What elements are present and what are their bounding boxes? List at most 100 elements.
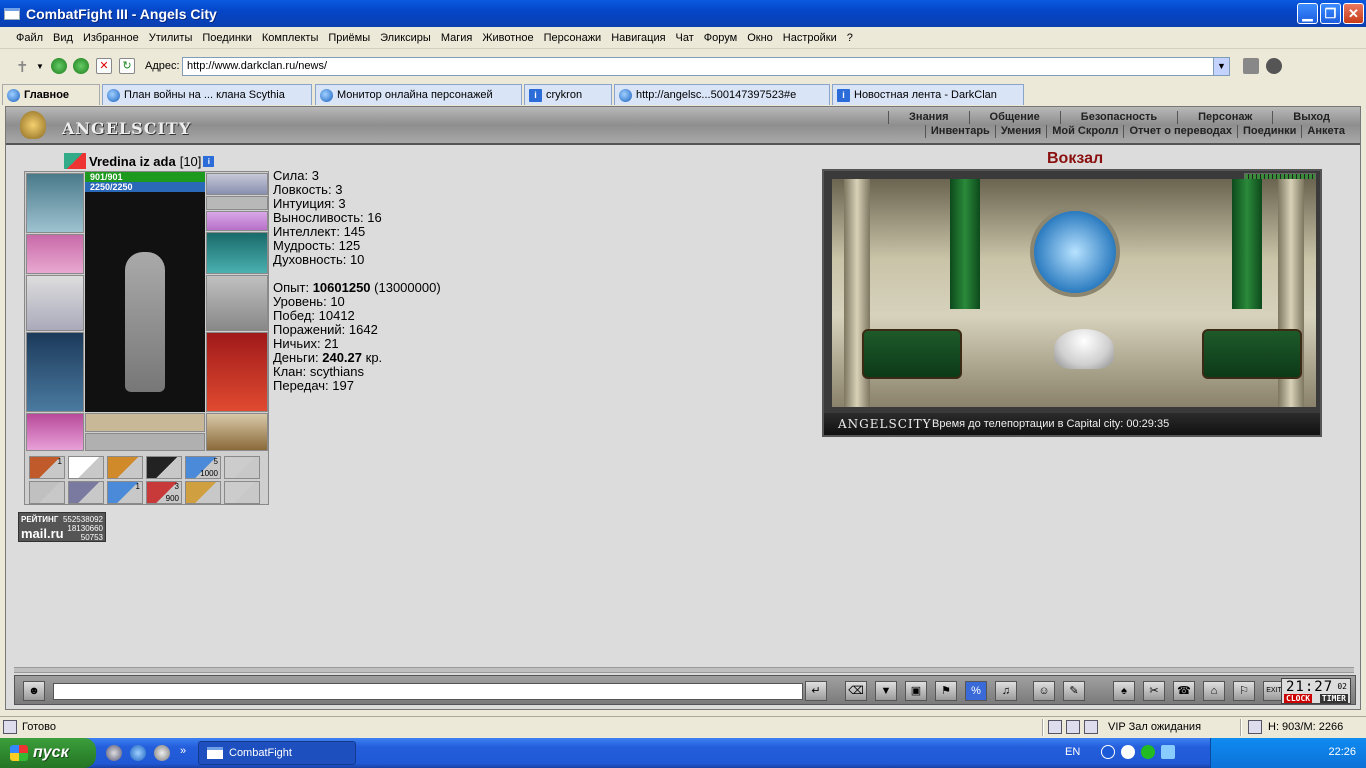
rings-slot[interactable] (206, 211, 268, 231)
gloves-slot[interactable] (206, 232, 268, 274)
minimize-button[interactable]: ▁ (1297, 3, 1318, 24)
tab-main[interactable]: Главное (2, 84, 100, 105)
media-player-icon[interactable] (106, 745, 122, 761)
necklace-slot[interactable] (26, 234, 84, 274)
quick-slot[interactable] (29, 481, 65, 504)
layout-icon[interactable] (1066, 720, 1080, 734)
quick-slot[interactable] (68, 481, 104, 504)
main-nav-item[interactable]: Персонаж (1177, 111, 1272, 124)
refresh-icon[interactable]: ↻ (119, 58, 135, 74)
friends-icon[interactable]: ☎ (1173, 681, 1195, 701)
forward-icon[interactable] (73, 58, 89, 74)
station-scene[interactable] (832, 179, 1316, 407)
sub-nav-item[interactable]: Анкета (1301, 125, 1350, 138)
quick-slot[interactable]: 1 (29, 456, 65, 479)
pocket-slot[interactable] (85, 433, 205, 451)
pin-icon[interactable]: ✝ (16, 58, 32, 76)
earring-slot[interactable] (206, 173, 268, 195)
save-icon[interactable]: ▣ (905, 681, 927, 701)
armor-slot[interactable] (26, 332, 84, 412)
quick-slot[interactable]: 1 (107, 481, 143, 504)
tab-angelscity-link[interactable]: http://angelsc...500147397523#e (614, 84, 830, 105)
tab-news-feed[interactable]: i Новостная лента - DarkClan (832, 84, 1024, 105)
scroll-icon[interactable]: ✂ (1143, 681, 1165, 701)
helmet-slot[interactable] (26, 173, 84, 233)
potion-icon[interactable]: ♠ (1113, 681, 1135, 701)
tools-icon[interactable] (1266, 58, 1282, 74)
filter-icon[interactable]: ▼ (875, 681, 897, 701)
quick-slot[interactable] (68, 456, 104, 479)
expand-icon[interactable]: » (180, 745, 196, 761)
menu-item[interactable]: Животное (482, 32, 533, 44)
flag-icon[interactable]: ⚐ (1233, 681, 1255, 701)
send-icon[interactable]: ↵ (805, 681, 827, 701)
quick-slot[interactable] (146, 456, 182, 479)
chat-input[interactable] (53, 683, 803, 700)
desktop-icon[interactable] (154, 745, 170, 761)
menu-item[interactable]: Утилиты (149, 32, 193, 44)
refresh-status-icon[interactable] (1048, 720, 1062, 734)
tray-person-icon[interactable] (1121, 745, 1135, 759)
main-nav-item[interactable]: Безопасность (1059, 111, 1177, 124)
tab-crykron[interactable]: i crykron (524, 84, 612, 105)
main-nav-item[interactable]: Выход (1272, 111, 1350, 124)
boots-slot[interactable] (206, 413, 268, 451)
sub-nav-item[interactable]: Поединки (1237, 125, 1301, 138)
language-indicator[interactable]: EN (1065, 746, 1080, 758)
menu-item[interactable]: ? (847, 32, 853, 44)
dropdown-arrow-icon[interactable]: ▼ (36, 62, 52, 78)
main-nav-item[interactable]: Общение (968, 111, 1060, 124)
menu-item[interactable]: Чат (676, 32, 694, 44)
menu-item[interactable]: Приёмы (328, 32, 370, 44)
page-icon[interactable] (1243, 58, 1259, 74)
sub-nav-item[interactable]: Умения (994, 125, 1046, 138)
tab-war-plan[interactable]: План войны на ... клана Scythia (102, 84, 312, 105)
taskbar-item-combatfight[interactable]: CombatFight (198, 741, 356, 765)
game-clock[interactable]: 21:27 02 CLOCK TIMER (1281, 678, 1351, 704)
menu-item[interactable]: Вид (53, 32, 73, 44)
start-button[interactable]: пуск (0, 738, 96, 768)
menu-item[interactable]: Эликсиры (380, 32, 431, 44)
smiley-icon[interactable]: ☺ (1033, 681, 1055, 701)
address-dropdown-icon[interactable]: ▼ (1213, 58, 1229, 75)
tray-status-icon[interactable] (1141, 745, 1155, 759)
menu-item[interactable]: Поединки (202, 32, 252, 44)
menu-item[interactable]: Комплекты (262, 32, 318, 44)
character-name[interactable]: Vredina iz ada [10] i (64, 153, 215, 169)
rating-counter[interactable]: РЕЙТИНГ mail.ru 552538092 18130660 50753 (18, 512, 106, 542)
quick-slot[interactable] (224, 456, 260, 479)
chat-settings-icon[interactable]: ☻ (23, 681, 45, 701)
run-icon[interactable]: ⚑ (935, 681, 957, 701)
menu-item[interactable]: Окно (747, 32, 773, 44)
sub-nav-item[interactable]: Инвентарь (924, 125, 995, 138)
percent-icon[interactable]: % (965, 681, 987, 701)
sub-nav-item[interactable]: Мой Скролл (1046, 125, 1123, 138)
menu-item[interactable]: Навигация (611, 32, 665, 44)
quick-slot[interactable]: 5 1000 (185, 456, 221, 479)
house-icon[interactable]: ⌂ (1203, 681, 1225, 701)
trash-icon[interactable] (1084, 720, 1098, 734)
tab-online-monitor[interactable]: Монитор онлайна персонажей (315, 84, 522, 105)
tray-network-icon[interactable] (1161, 745, 1175, 759)
info-icon[interactable]: i (203, 155, 215, 167)
translit-icon[interactable]: ✎ (1063, 681, 1085, 701)
quick-slot[interactable] (224, 481, 260, 504)
leggings-slot[interactable] (206, 332, 268, 412)
sub-nav-item[interactable]: Отчет о переводах (1123, 125, 1237, 138)
back-icon[interactable] (51, 58, 67, 74)
portal-dome[interactable] (1030, 207, 1120, 297)
maximize-button[interactable]: ❐ (1320, 3, 1341, 24)
belt-items-slot[interactable] (85, 413, 205, 432)
amulet-slot[interactable] (206, 196, 268, 210)
menu-item[interactable]: Файл (16, 32, 43, 44)
menu-item[interactable]: Настройки (783, 32, 837, 44)
quick-slot[interactable] (185, 481, 221, 504)
menu-item[interactable]: Персонажи (544, 32, 602, 44)
close-button[interactable]: ✕ (1343, 3, 1364, 24)
chat-scrollbar[interactable] (14, 667, 1354, 673)
sound-icon[interactable]: ♫ (995, 681, 1017, 701)
menu-item[interactable]: Форум (704, 32, 737, 44)
shield-slot[interactable] (206, 275, 268, 331)
ie-icon[interactable] (130, 745, 146, 761)
quick-slot[interactable] (107, 456, 143, 479)
